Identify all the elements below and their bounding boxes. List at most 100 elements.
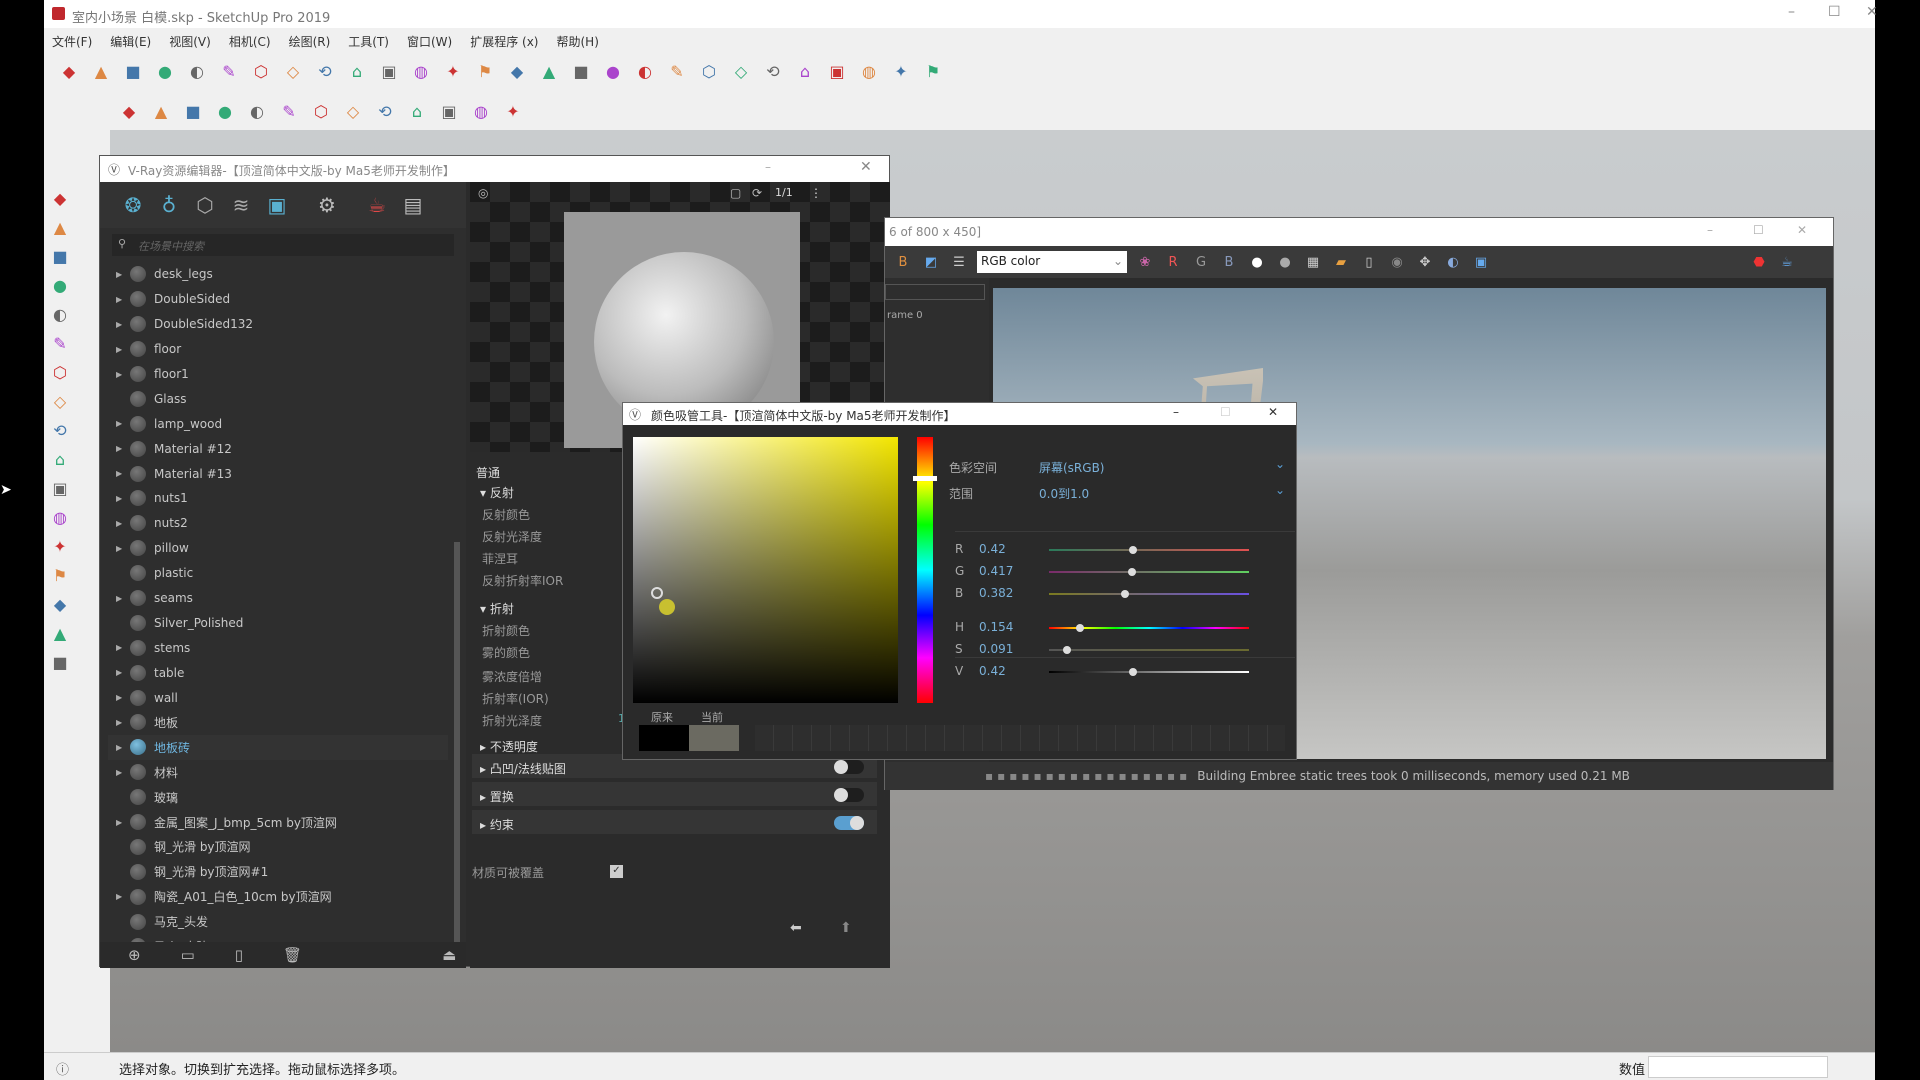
xray-icon[interactable]: ◐ xyxy=(632,58,658,84)
material-item[interactable]: ▶ DoubleSided xyxy=(108,287,448,312)
channel-slider[interactable] xyxy=(1049,646,1249,654)
expand-arrow-icon[interactable]: ▶ xyxy=(116,594,126,603)
minimize-icon[interactable]: – xyxy=(1707,223,1713,237)
lights-icon[interactable]: ✎ xyxy=(276,98,302,124)
opacity-section[interactable]: ▸ 不透明度 xyxy=(480,738,538,755)
menu-item[interactable]: 绘图(R) xyxy=(289,33,331,50)
front-icon[interactable]: ⚑ xyxy=(472,58,498,84)
expand-arrow-icon[interactable]: ▶ xyxy=(116,818,126,827)
channel-slider[interactable] xyxy=(1049,668,1249,676)
material-item[interactable]: plastic xyxy=(108,561,448,586)
close-icon[interactable]: ✕ xyxy=(860,159,872,175)
expand-arrow-icon[interactable]: ▶ xyxy=(116,668,126,677)
material-item[interactable]: 钢_光滑 by顶渲网 xyxy=(108,834,448,859)
compare-icon[interactable]: ◩ xyxy=(921,252,941,272)
render-teapot-icon[interactable]: ☕ xyxy=(1777,252,1797,272)
close-icon[interactable]: ✕ xyxy=(1866,4,1878,20)
ies-icon[interactable]: ◇ xyxy=(340,98,366,124)
vray-icon[interactable]: ◆ xyxy=(116,98,142,124)
expand-arrow-icon[interactable]: ▶ xyxy=(116,718,126,727)
material-item[interactable]: ▶ 地板砖 xyxy=(108,734,448,760)
polygon-icon[interactable]: ⚑ xyxy=(920,58,946,84)
minimize-icon[interactable]: – xyxy=(1173,405,1179,419)
blue-channel-icon[interactable]: B xyxy=(1219,252,1239,272)
saturation-value-area[interactable] xyxy=(633,437,898,703)
iso-icon[interactable]: ◍ xyxy=(408,58,434,84)
displacement-section[interactable]: ▸ 置换 xyxy=(472,782,877,808)
sphere-light-icon[interactable]: ⬡ xyxy=(308,98,334,124)
line-icon[interactable]: ◍ xyxy=(856,58,882,84)
rotate-icon[interactable]: ◇ xyxy=(48,389,72,413)
copy-icon[interactable]: ✎ xyxy=(216,58,242,84)
textures-icon[interactable]: ▣ xyxy=(264,192,290,218)
expand-arrow-icon[interactable]: ▶ xyxy=(116,270,126,279)
material-item[interactable]: 马克_头发 xyxy=(108,909,448,934)
material-item[interactable]: Silver_Polished xyxy=(108,610,448,635)
circle-icon[interactable]: ◐ xyxy=(48,302,72,326)
expand-arrow-icon[interactable]: ▶ xyxy=(116,345,126,354)
more-options-icon[interactable]: ⋮ xyxy=(810,186,822,200)
material-item[interactable]: ▶ floor xyxy=(108,337,448,362)
preview-ratio[interactable]: 1/1 xyxy=(775,186,793,199)
material-item[interactable]: ▶ nuts2 xyxy=(108,511,448,536)
expand-arrow-icon[interactable]: ▶ xyxy=(116,419,126,428)
zoom-extents-icon[interactable]: ◆ xyxy=(48,592,72,616)
expand-arrow-icon[interactable]: ▶ xyxy=(116,892,126,901)
select-icon[interactable]: ◆ xyxy=(48,186,72,210)
undo-icon[interactable]: ◇ xyxy=(280,58,306,84)
channel-slider[interactable] xyxy=(1049,590,1249,598)
channel-value[interactable]: 0.091 xyxy=(979,642,1013,656)
pencil-icon[interactable]: ■ xyxy=(48,244,72,268)
slider-knob[interactable] xyxy=(1075,624,1084,632)
teapot-icon[interactable]: ▲ xyxy=(148,98,174,124)
paint-icon[interactable]: ◐ xyxy=(184,58,210,84)
interactive-icon[interactable]: ● xyxy=(212,98,238,124)
menu-item[interactable]: 帮助(H) xyxy=(556,33,598,50)
channel-value[interactable]: 0.382 xyxy=(979,586,1013,600)
reflection-section[interactable]: ▾ 反射 xyxy=(480,484,514,501)
expand-arrow-icon[interactable]: ▶ xyxy=(116,743,126,752)
right-icon[interactable]: ◆ xyxy=(504,58,530,84)
history-item[interactable]: rame 0 xyxy=(887,310,923,321)
channel-select[interactable]: RGB color ⌄ xyxy=(977,251,1127,273)
slider-knob[interactable] xyxy=(1121,590,1130,598)
freehand-icon[interactable]: ▣ xyxy=(824,58,850,84)
clipper-icon[interactable]: ✦ xyxy=(500,98,526,124)
chevron-down-icon[interactable]: ⌄ xyxy=(1275,457,1285,471)
material-item[interactable]: ▶ seams xyxy=(108,586,448,611)
top-icon[interactable]: ✦ xyxy=(440,58,466,84)
expand-arrow-icon[interactable]: ▶ xyxy=(116,320,126,329)
expand-arrow-icon[interactable]: ▶ xyxy=(116,494,126,503)
shaded-icon[interactable]: ⬡ xyxy=(696,58,722,84)
tape-icon[interactable]: ⌂ xyxy=(48,447,72,471)
up-arrow-icon[interactable]: ⬆ xyxy=(840,920,852,936)
material-item[interactable]: ▶ floor1 xyxy=(108,362,448,387)
channel-slider[interactable] xyxy=(1049,624,1249,632)
material-item[interactable]: ▶ table xyxy=(108,660,448,685)
expand-arrow-icon[interactable]: ▶ xyxy=(116,469,126,478)
chevron-down-icon[interactable]: ⌄ xyxy=(1275,483,1285,497)
mono-icon[interactable]: ● xyxy=(1275,252,1295,272)
material-item[interactable]: ▶ Material #13 xyxy=(108,461,448,486)
channel-value[interactable]: 0.154 xyxy=(979,620,1013,634)
channel-value[interactable]: 0.42 xyxy=(979,664,1006,678)
orbit-icon[interactable]: ✦ xyxy=(48,534,72,558)
expand-arrow-icon[interactable]: ▶ xyxy=(116,768,126,777)
material-item[interactable]: ▶ pillow xyxy=(108,536,448,561)
menu-item[interactable]: 扩展程序 (x) xyxy=(470,33,538,50)
menu-icon[interactable]: ☰ xyxy=(949,252,969,272)
delete-icon[interactable]: 🗑 xyxy=(283,946,302,964)
load-image-icon[interactable]: ▰ xyxy=(1331,252,1351,272)
maximize-icon[interactable]: ☐ xyxy=(1753,223,1764,237)
save-image-icon[interactable]: ▦ xyxy=(1303,252,1323,272)
slider-knob[interactable] xyxy=(1129,668,1137,676)
open-folder-icon[interactable]: ▭ xyxy=(181,946,195,964)
left-icon[interactable]: ■ xyxy=(568,58,594,84)
hue-bar[interactable] xyxy=(913,437,937,703)
history-b-icon[interactable]: B xyxy=(893,252,913,272)
range-select[interactable]: 0.0到1.0 xyxy=(1039,485,1089,502)
circle-icon[interactable]: ✦ xyxy=(888,58,914,84)
add-material-icon[interactable]: ⊕ xyxy=(128,946,141,964)
material-item[interactable]: ▶ DoubleSided132 xyxy=(108,312,448,337)
channel-slider[interactable] xyxy=(1049,568,1249,576)
